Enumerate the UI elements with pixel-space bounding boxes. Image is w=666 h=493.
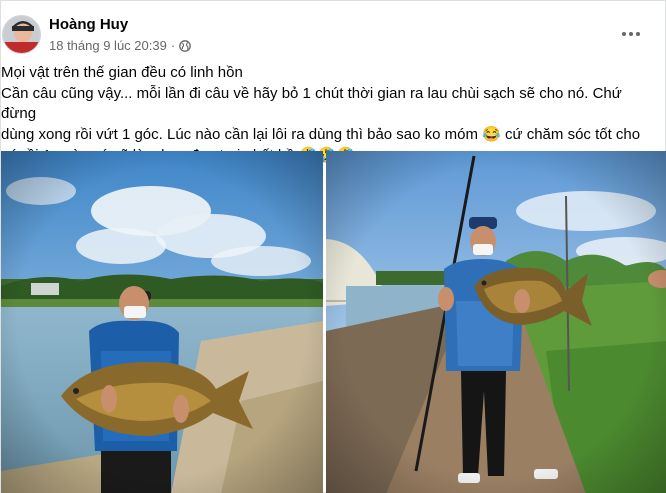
post-meta: 18 tháng 9 lúc 20:39 · xyxy=(49,38,192,53)
more-options-icon[interactable] xyxy=(615,21,647,47)
post-photo-1[interactable] xyxy=(1,151,323,493)
globe-icon xyxy=(179,39,192,52)
meta-separator: · xyxy=(170,38,176,53)
author-name[interactable]: Hoàng Huy xyxy=(49,16,128,33)
post-text-line: Cần câu cũng vậy... mỗi lần đi câu về hã… xyxy=(1,85,622,122)
photo-grid xyxy=(1,151,666,493)
post-header: Hoàng Huy 18 tháng 9 lúc 20:39 · xyxy=(1,13,666,57)
avatar[interactable] xyxy=(2,15,41,54)
post-photo-2[interactable] xyxy=(326,151,666,493)
post-text-line: dùng xong rồi vứt 1 góc. Lúc nào cần lại… xyxy=(1,126,641,143)
post-card: Hoàng Huy 18 tháng 9 lúc 20:39 · Mọi vật… xyxy=(0,0,666,493)
post-text-line: Mọi vật trên thế gian đều có linh hồn xyxy=(1,64,243,81)
post-timestamp[interactable]: 18 tháng 9 lúc 20:39 xyxy=(49,38,167,53)
